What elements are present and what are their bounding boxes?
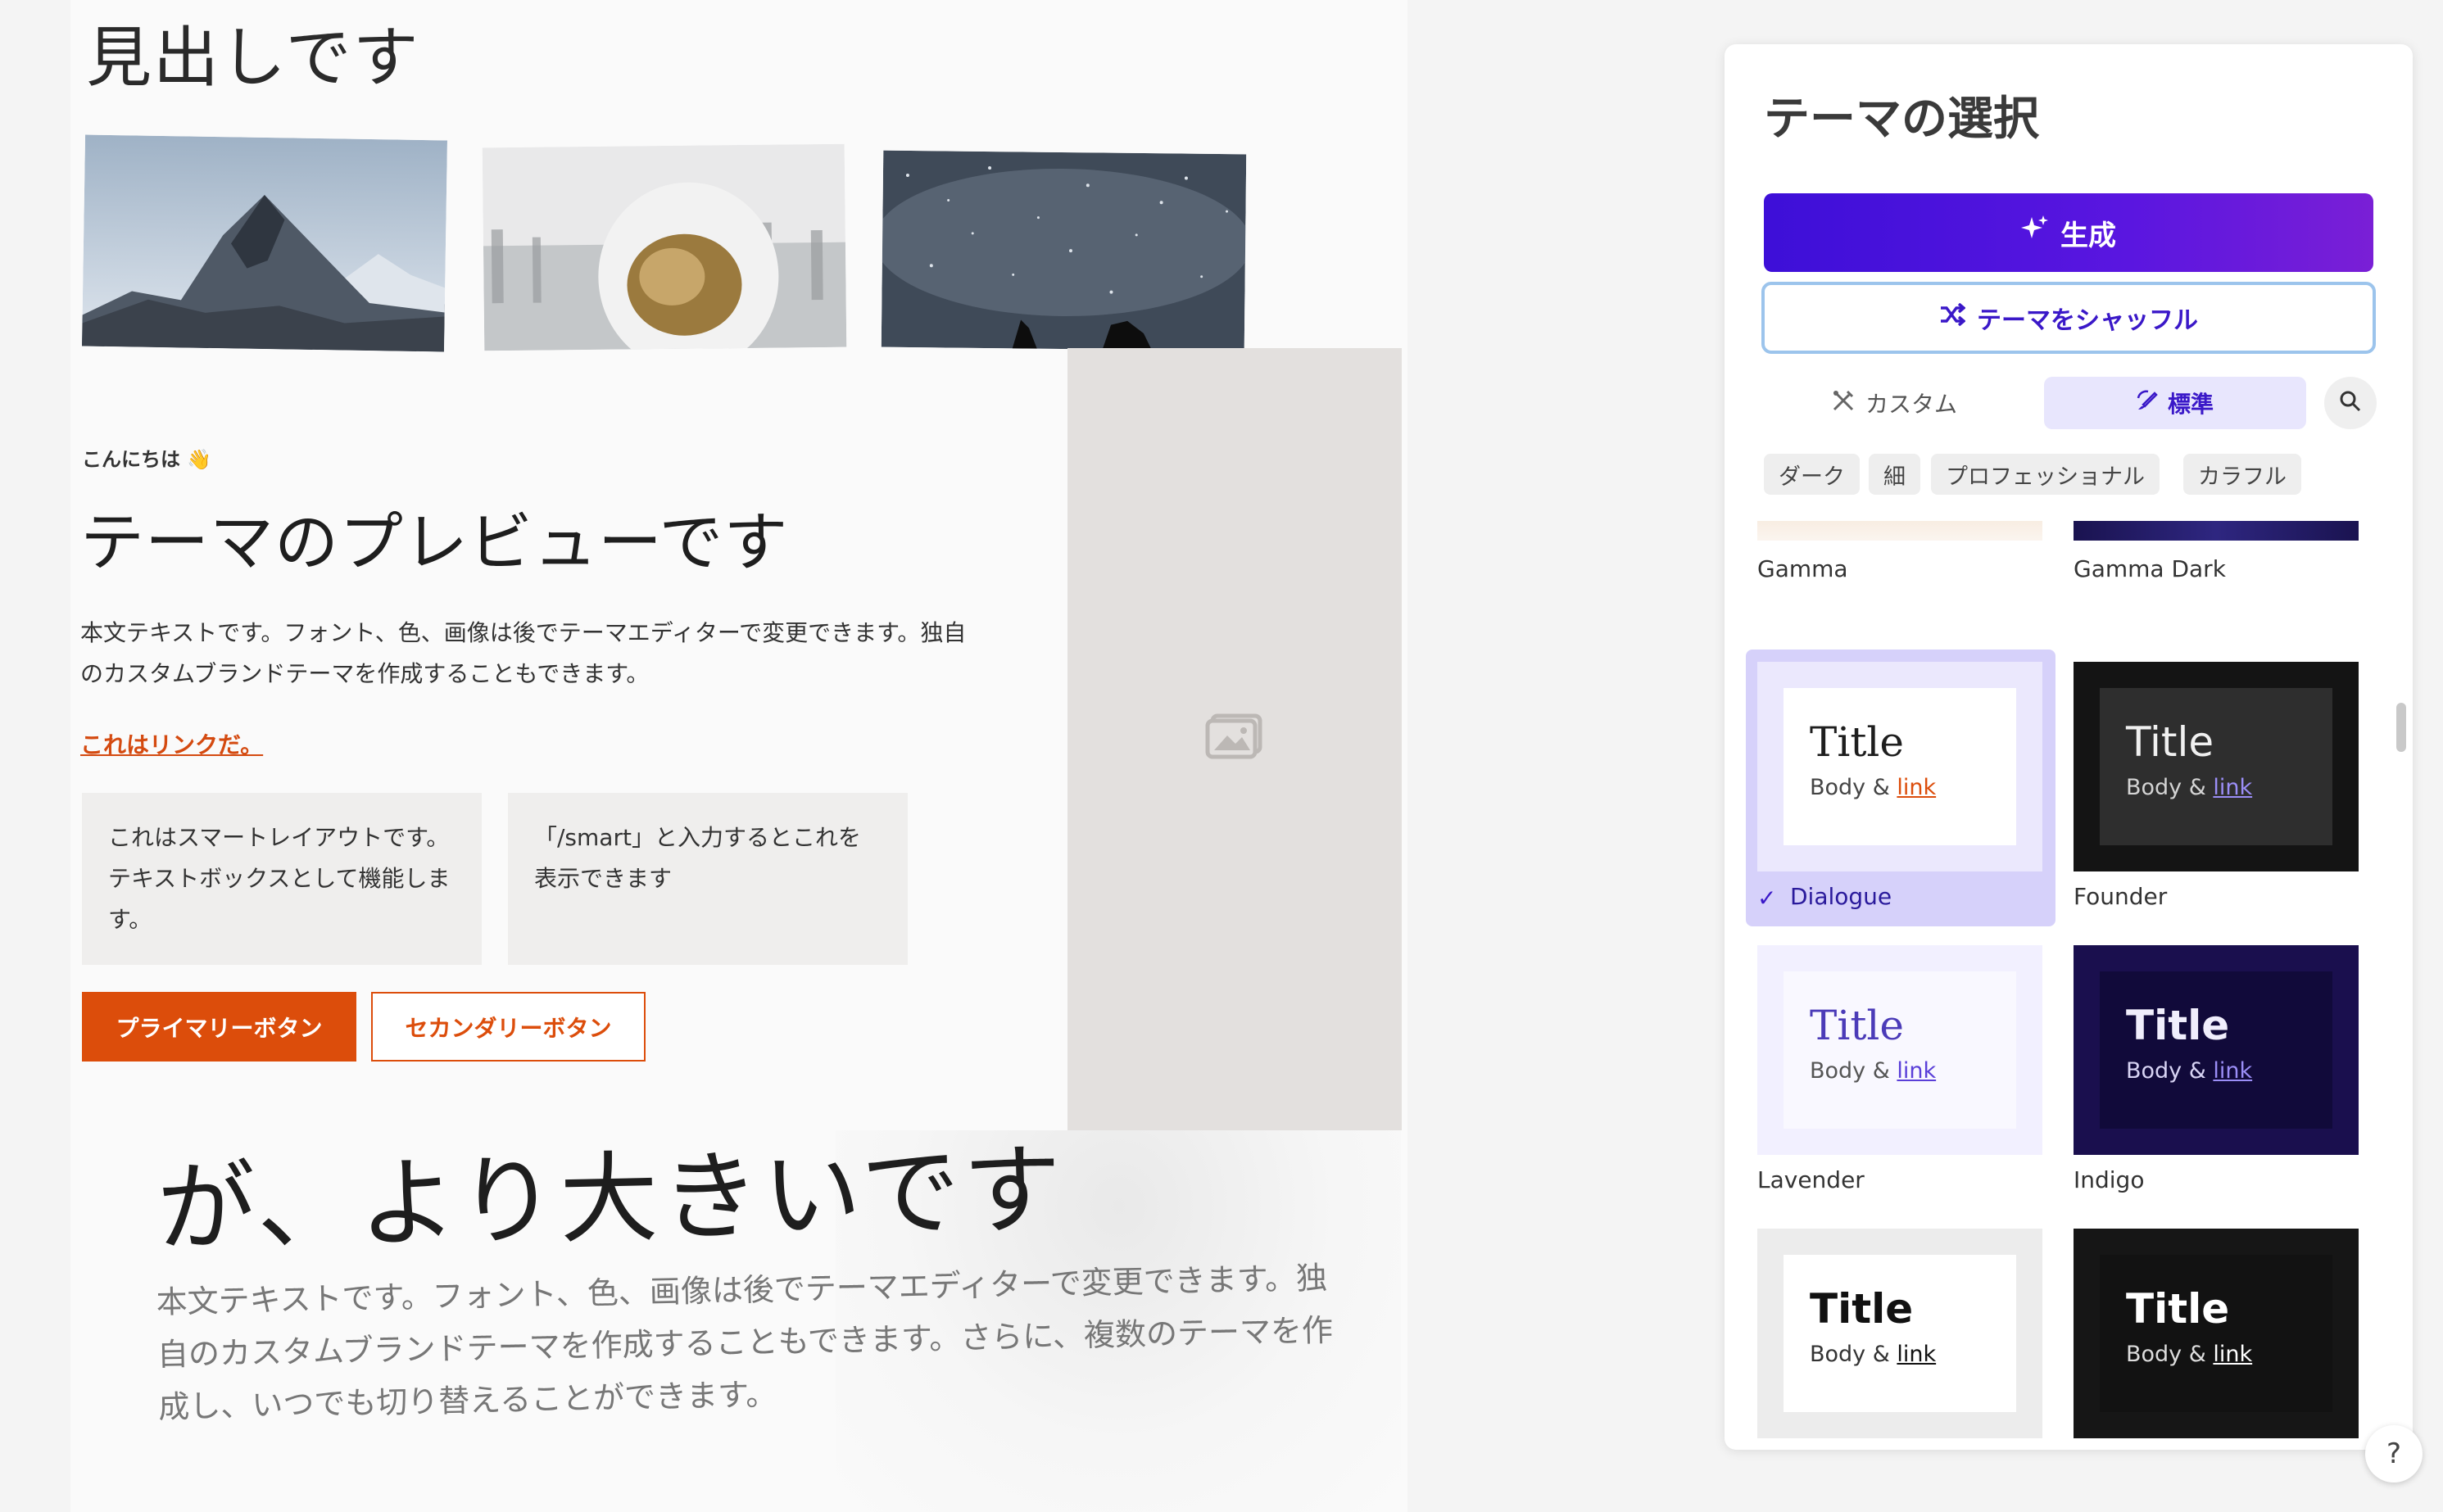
secondary-button[interactable]: セカンダリーボタン — [371, 992, 646, 1062]
preview-body-text: 本文テキストです。フォント、色、画像は後でテーマエディターで変更できます。独自の… — [80, 619, 967, 687]
brush-icon — [2137, 390, 2158, 417]
theme-card-title: Title — [1810, 1002, 1905, 1049]
theme-name-lavender: Lavender — [1757, 1166, 1865, 1193]
theme-card-title: Title — [1810, 1285, 1914, 1333]
theme-name-gamma: Gamma — [1757, 555, 1848, 582]
tab-custom[interactable]: カスタム — [1831, 377, 1957, 429]
theme-card-body: Body & — [2126, 775, 2214, 800]
smart-layout-box-1: これはスマートレイアウトです。テキストボックスとして機能します。 — [82, 793, 482, 965]
theme-name-dialogue: Dialogue — [1790, 883, 1892, 910]
paint-tools-icon — [1831, 388, 1856, 419]
theme-card-body: Body & — [2126, 1058, 2214, 1084]
theme-card-dark-bold[interactable]: Title Body & link — [2074, 1229, 2359, 1438]
theme-name-founder: Founder — [2074, 883, 2168, 910]
panel-scrollbar[interactable] — [2396, 703, 2406, 752]
theme-card-body: Body & — [1810, 1342, 1897, 1367]
theme-card-indigo[interactable]: Title Body & link — [2074, 945, 2359, 1155]
check-icon: ✓ — [1757, 885, 1777, 912]
theme-name-indigo: Indigo — [2074, 1166, 2145, 1193]
help-button[interactable]: ? — [2365, 1425, 2423, 1483]
shuffle-themes-button[interactable]: テーマをシャッフル — [1761, 282, 2376, 354]
theme-card-link: link — [1897, 1058, 1937, 1084]
theme-card-light-bold[interactable]: Title Body & link — [1757, 1229, 2042, 1438]
theme-card-body: Body & — [1810, 1058, 1897, 1084]
search-icon — [2339, 390, 2362, 416]
theme-card-link: link — [1897, 1342, 1937, 1367]
sparkle-icon — [2021, 215, 2049, 251]
preview-large-body: 本文テキストです。フォント、色、画像は後でテーマエディターで変更できます。独自の… — [156, 1260, 1334, 1425]
astronaut-photo — [482, 143, 847, 351]
theme-card-gamma-dark[interactable] — [2074, 521, 2359, 541]
preview-title: テーマのプレビューです — [80, 506, 789, 580]
filter-chip-colorful[interactable]: カラフル — [2183, 454, 2301, 495]
tab-standard[interactable]: 標準 — [2044, 377, 2306, 429]
theme-grid: Gamma Gamma Dark Title Body & link ✓ Dia… — [1725, 521, 2413, 1450]
theme-card-title: Title — [2126, 718, 2214, 766]
theme-card-lavender[interactable]: Title Body & link — [1757, 945, 2042, 1155]
mountain-photo — [82, 134, 447, 352]
theme-name-gamma-dark: Gamma Dark — [2074, 555, 2226, 582]
smart-layout-box-2: 「/smart」と入力するとこれを表示できます — [508, 793, 908, 965]
tab-standard-label: 標準 — [2167, 391, 2214, 418]
theme-card-body: Body & — [1810, 775, 1897, 800]
theme-card-gamma[interactable] — [1757, 521, 2042, 541]
tab-custom-label: カスタム — [1865, 391, 1958, 418]
theme-card-link: link — [2213, 775, 2253, 800]
filter-chip-professional[interactable]: プロフェッショナル — [1931, 454, 2160, 495]
night-sky-photo — [881, 150, 1247, 351]
preview-link[interactable]: これはリンクだ。 — [80, 727, 263, 760]
generate-button[interactable]: 生成 — [1764, 193, 2373, 272]
panel-title: テーマの選択 — [1764, 93, 2039, 146]
theme-card-founder[interactable]: Title Body & link — [2074, 662, 2359, 871]
preview-heading-top: 見出しです — [86, 20, 420, 96]
filter-chip-dark[interactable]: ダーク — [1764, 454, 1860, 495]
search-button[interactable] — [2324, 377, 2377, 429]
theme-card-title: Title — [2126, 1002, 2230, 1049]
primary-button[interactable]: プライマリーボタン — [82, 992, 356, 1062]
theme-card-link: link — [2213, 1058, 2253, 1084]
theme-selection-panel: テーマの選択 生成 テーマをシャッフル カスタム 標準 ダーク 細 プロフェッシ… — [1725, 44, 2413, 1450]
preview-large-heading: が、より大きいです — [156, 1133, 1066, 1266]
image-icon — [1204, 713, 1265, 760]
theme-card-link: link — [2213, 1342, 2253, 1367]
shuffle-icon — [1939, 302, 1966, 333]
theme-card-title: Title — [2126, 1285, 2230, 1333]
theme-card-dialogue[interactable]: Title Body & link — [1757, 662, 2042, 871]
theme-card-link: link — [1897, 775, 1937, 800]
shuffle-button-label: テーマをシャッフル — [1977, 306, 2198, 335]
filter-chip-thin[interactable]: 細 — [1869, 454, 1920, 495]
theme-card-body: Body & — [2126, 1342, 2214, 1367]
greeting-text: こんにちは 👋 — [82, 448, 212, 471]
generate-button-label: 生成 — [2060, 219, 2116, 252]
theme-card-title: Title — [1810, 718, 1905, 766]
